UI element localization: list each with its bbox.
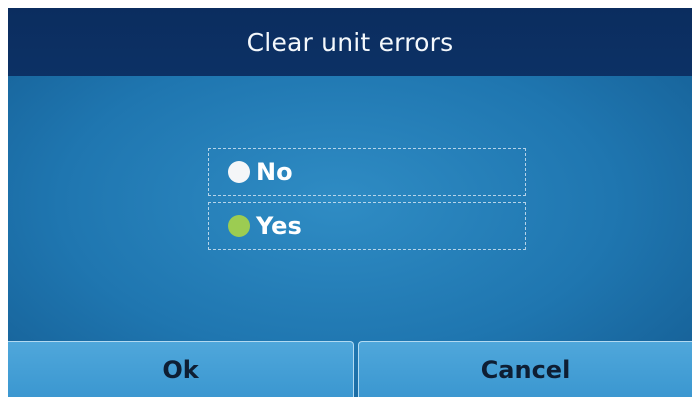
option-yes[interactable]: Yes bbox=[208, 202, 526, 250]
radio-group: No Yes bbox=[208, 148, 528, 256]
title-bar: Clear unit errors bbox=[8, 8, 692, 76]
option-no-label: No bbox=[256, 158, 293, 186]
dialog-screen: Clear unit errors No Yes Ok Cancel bbox=[8, 8, 692, 397]
radio-unselected-icon[interactable] bbox=[228, 161, 250, 183]
option-yes-label: Yes bbox=[256, 212, 302, 240]
dialog-title: Clear unit errors bbox=[246, 27, 454, 57]
radio-selected-icon[interactable] bbox=[228, 215, 250, 237]
button-bar: Ok Cancel bbox=[8, 341, 692, 397]
option-no[interactable]: No bbox=[208, 148, 526, 196]
cancel-button[interactable]: Cancel bbox=[358, 341, 692, 397]
ok-button[interactable]: Ok bbox=[8, 341, 354, 397]
